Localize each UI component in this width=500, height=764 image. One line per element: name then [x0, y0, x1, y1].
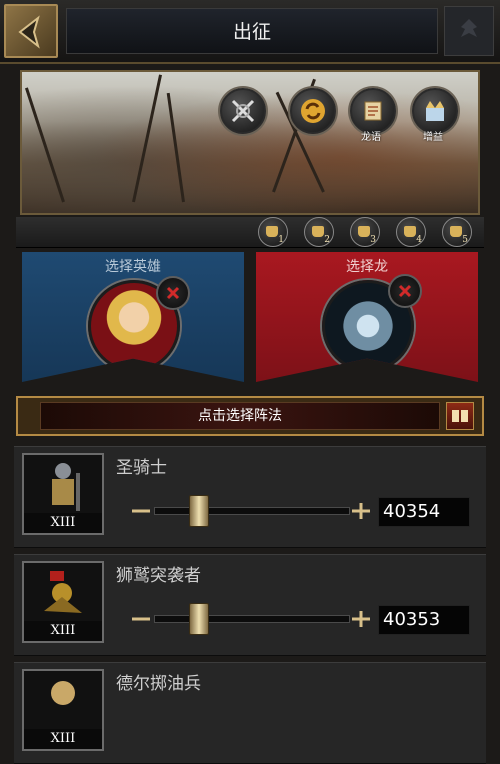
refresh-icon [301, 99, 325, 123]
preset-slot-2[interactable]: 2 [304, 217, 334, 247]
preset-slot-1[interactable]: 1 [258, 217, 288, 247]
refresh-button[interactable] [290, 88, 336, 134]
formation-label: 点击选择阵法 [198, 408, 282, 424]
close-icon [398, 284, 412, 298]
helmet-icon [404, 226, 416, 237]
formation-select-button[interactable]: 点击选择阵法 [40, 402, 440, 430]
crest-button[interactable] [444, 6, 494, 56]
remove-hero-button[interactable] [156, 276, 190, 310]
helmet-icon [450, 226, 462, 237]
troop-portrait[interactable]: XIII [22, 453, 104, 535]
troop-portrait[interactable]: XIII [22, 669, 104, 751]
formation-book-button[interactable] [446, 402, 474, 430]
preset-number: 2 [324, 235, 330, 245]
preset-number: 4 [416, 235, 422, 245]
helmet-icon [312, 226, 324, 237]
plus-icon[interactable] [350, 610, 372, 628]
castle-icon [426, 101, 444, 121]
slider-thumb[interactable] [189, 495, 210, 527]
dragon-select-panel[interactable]: 选择龙 [256, 252, 478, 382]
scroll-icon [364, 101, 382, 121]
hero-select-label: 选择英雄 [105, 259, 161, 275]
plus-icon[interactable] [350, 502, 372, 520]
troop-count-value: 40353 [383, 609, 441, 630]
formation-frame: 点击选择阵法 [16, 396, 484, 436]
banner-art [24, 87, 65, 203]
hero-select-panel[interactable]: 选择英雄 [22, 252, 244, 382]
battle-banner: 龙语 增益 [20, 70, 480, 215]
troop-portrait[interactable]: XIII [22, 561, 104, 643]
troop-count-field[interactable]: 40354 [378, 497, 470, 527]
troop-row: XIII 圣骑士 40354 [14, 446, 486, 548]
oil-thrower-icon [51, 681, 75, 705]
preset-number: 1 [278, 235, 284, 245]
dragon-language-label: 龙语 [361, 132, 381, 143]
troop-count-slider[interactable] [154, 615, 350, 623]
remove-dragon-button[interactable] [388, 274, 422, 308]
troop-name: 狮鹫突袭者 [116, 566, 201, 586]
banner-art [166, 92, 185, 203]
troop-rank: XIII [24, 729, 102, 749]
helmet-icon [358, 226, 370, 237]
preset-number: 5 [462, 235, 468, 245]
chevron-left-icon [18, 15, 40, 49]
troop-name: 圣骑士 [116, 458, 167, 478]
troop-rank: XIII [24, 621, 102, 641]
preset-bar: 1 2 3 4 5 [16, 217, 484, 248]
minus-icon[interactable] [130, 503, 152, 519]
close-icon [166, 286, 180, 300]
dragon-select-label: 选择龙 [346, 259, 388, 275]
back-button[interactable] [4, 4, 58, 58]
troop-rank: XIII [24, 513, 102, 533]
book-icon [452, 410, 468, 422]
troop-count-slider[interactable] [154, 507, 350, 515]
troop-count-value: 40354 [383, 501, 441, 522]
preset-slot-5[interactable]: 5 [442, 217, 472, 247]
troop-row: XIII 狮鹫突袭者 40353 [14, 554, 486, 656]
page-title: 出征 [232, 21, 271, 43]
buff-label: 增益 [423, 132, 443, 143]
slider-thumb[interactable] [189, 603, 210, 635]
preset-slot-3[interactable]: 3 [350, 217, 380, 247]
griffin-rider-icon [44, 571, 82, 613]
battle-settings-button[interactable] [220, 88, 266, 134]
troop-row: XIII 德尔掷油兵 [14, 662, 486, 764]
header-bar: 出征 [0, 0, 500, 64]
banner-art [132, 74, 162, 203]
troop-count-field[interactable]: 40353 [378, 605, 470, 635]
crossed-swords-icon [231, 99, 255, 123]
troop-name: 德尔掷油兵 [116, 674, 201, 694]
paladin-icon [52, 463, 80, 511]
helmet-icon [266, 226, 278, 237]
preset-number: 3 [370, 235, 376, 245]
crest-icon [461, 19, 477, 37]
minus-icon[interactable] [130, 611, 152, 627]
preset-slot-4[interactable]: 4 [396, 217, 426, 247]
title-bar: 出征 [66, 8, 438, 54]
